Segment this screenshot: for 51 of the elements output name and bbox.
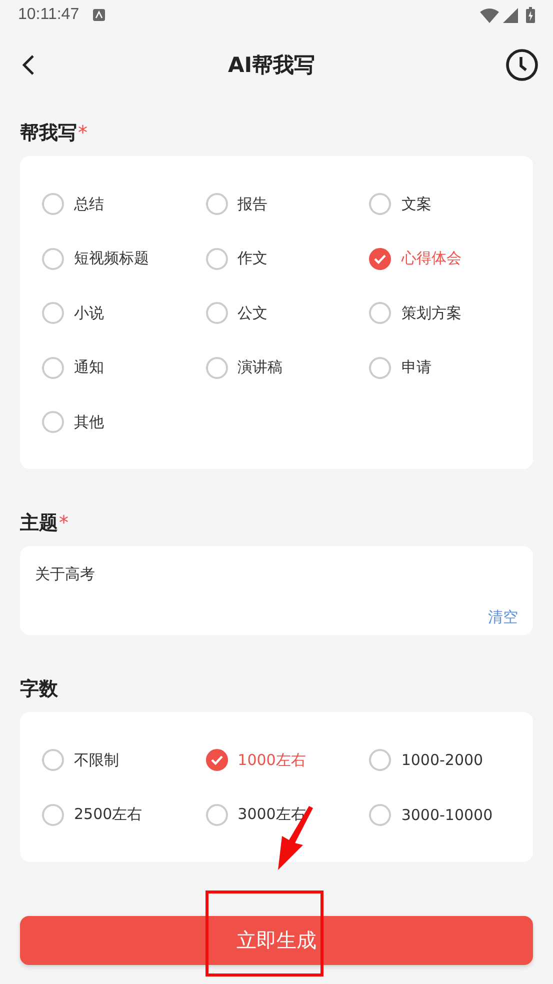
radio-option[interactable]: 通知: [42, 350, 104, 384]
wifi-icon: [480, 8, 499, 22]
radio-icon: [42, 193, 64, 215]
radio-icon: [42, 804, 64, 826]
radio-option[interactable]: 文案: [369, 187, 432, 221]
radio-icon: [369, 193, 392, 215]
radio-icon: [206, 248, 228, 270]
radio-icon: [42, 411, 64, 433]
checked-radio-icon: [369, 248, 392, 270]
radio-icon: [42, 248, 64, 270]
section-title: 帮我写: [20, 121, 77, 146]
radio-option[interactable]: 其他: [42, 405, 104, 439]
radio-icon: [369, 749, 392, 771]
radio-icon: [42, 749, 64, 771]
required-mark: *: [78, 122, 88, 144]
radio-option[interactable]: 1000-2000: [369, 743, 484, 777]
signal-icon: [503, 8, 518, 22]
checked-radio-icon: [206, 749, 228, 771]
required-mark: *: [59, 512, 68, 534]
radio-option[interactable]: 2500左右: [42, 798, 142, 832]
radio-icon: [369, 804, 392, 826]
radio-icon: [369, 302, 392, 324]
radio-option[interactable]: 作文: [206, 242, 268, 276]
radio-icon: [206, 193, 228, 215]
section-title: 字数: [20, 677, 58, 702]
section-title: 主题: [20, 511, 58, 536]
radio-icon: [369, 356, 392, 378]
radio-option[interactable]: 不限制: [42, 743, 119, 777]
radio-icon: [206, 804, 228, 826]
radio-option[interactable]: 心得体会: [369, 242, 462, 276]
annotation-arrow: [278, 806, 313, 870]
radio-option[interactable]: 申请: [369, 350, 432, 384]
radio-option[interactable]: 公文: [206, 296, 268, 330]
radio-option[interactable]: 策划方案: [369, 296, 462, 330]
status-time: 10:11:47: [18, 6, 80, 24]
radio-option[interactable]: 1000左右: [206, 743, 306, 777]
page-title: AI帮我写: [226, 52, 316, 79]
topic-field[interactable]: 关于高考 清空: [20, 546, 533, 635]
keyboard-icon: [93, 9, 106, 21]
radio-option[interactable]: 3000-10000: [369, 798, 493, 832]
radio-option[interactable]: 报告: [206, 187, 268, 221]
radio-option[interactable]: 小说: [42, 296, 104, 330]
radio-icon: [42, 302, 64, 324]
radio-icon: [42, 356, 64, 378]
radio-icon: [206, 302, 228, 324]
radio-option[interactable]: 演讲稿: [206, 350, 283, 384]
radio-option[interactable]: 总结: [42, 187, 104, 221]
radio-option[interactable]: 短视频标题: [42, 242, 149, 276]
radio-icon: [206, 356, 228, 378]
battery-icon: [526, 7, 535, 23]
generate-button[interactable]: 立即生成: [20, 916, 533, 964]
